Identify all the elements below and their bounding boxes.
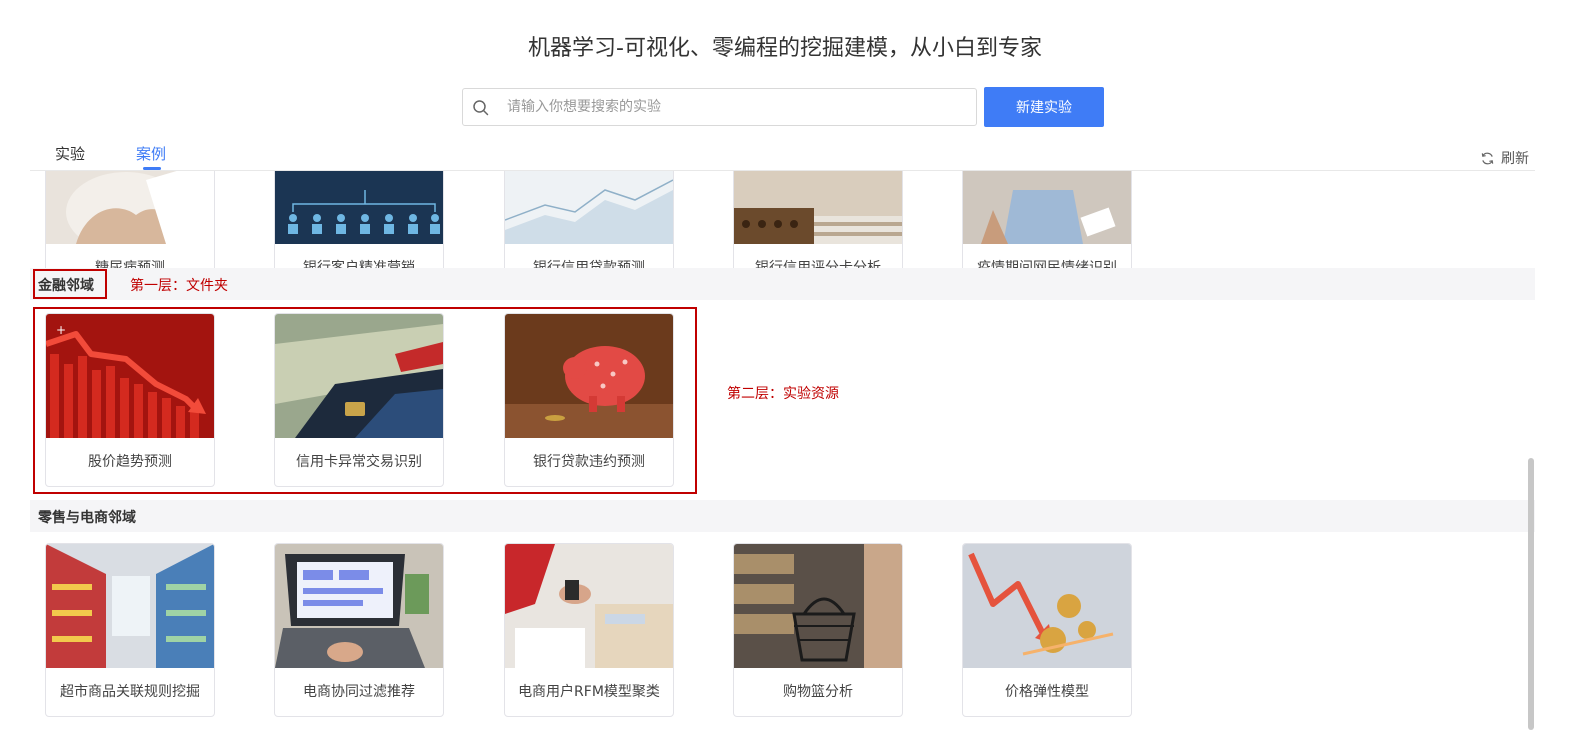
case-card[interactable]: 电商用户RFM模型聚类	[504, 543, 674, 717]
case-thumbnail	[275, 544, 443, 668]
section-title: 零售与电商邻域	[38, 510, 136, 526]
case-title: 价格弹性模型	[1005, 684, 1089, 700]
refresh-icon	[1481, 152, 1494, 164]
case-card[interactable]: 银行贷款违约预测	[504, 313, 674, 487]
case-card[interactable]: + 股价趋势预测	[45, 313, 215, 487]
refresh-button[interactable]: 刷新	[1480, 148, 1529, 168]
case-card[interactable]: 信用卡异常交易识别	[274, 313, 444, 487]
case-thumbnail	[734, 171, 902, 244]
folder-annotation-label: 第一层：文件夹	[130, 278, 228, 294]
case-card[interactable]: 超市商品关联规则挖掘	[45, 543, 215, 717]
case-thumbnail	[505, 314, 673, 438]
svg-text:+: +	[56, 323, 66, 337]
new-experiment-button[interactable]: 新建实验	[984, 87, 1104, 127]
case-thumbnail	[275, 171, 443, 244]
folder-annotation-box	[33, 269, 107, 299]
tab-cases[interactable]: 案例	[136, 143, 166, 164]
search-box[interactable]	[462, 88, 977, 126]
case-thumbnail	[275, 314, 443, 438]
case-title: 银行贷款违约预测	[533, 454, 645, 470]
case-title: 股价趋势预测	[88, 454, 172, 470]
tab-experiments[interactable]: 实验	[55, 143, 85, 164]
case-title: 电商协同过滤推荐	[303, 684, 415, 700]
case-title: 购物篮分析	[783, 684, 853, 700]
case-card[interactable]: 电商协同过滤推荐	[274, 543, 444, 717]
section-header-finance[interactable]: 金融邻域	[30, 268, 1535, 300]
case-card[interactable]: 购物篮分析	[733, 543, 903, 717]
page-title: 机器学习-可视化、零编程的挖掘建模，从小白到专家	[528, 36, 1042, 61]
case-card[interactable]: 价格弹性模型	[962, 543, 1132, 717]
case-thumbnail	[963, 544, 1131, 668]
case-thumbnail	[505, 544, 673, 668]
search-input[interactable]	[507, 90, 967, 124]
section-header-retail[interactable]: 零售与电商邻域	[30, 500, 1535, 532]
case-title: 超市商品关联规则挖掘	[60, 684, 200, 700]
case-title: 信用卡异常交易识别	[296, 454, 422, 470]
case-list[interactable]: 糖尿病预测 银行客户精准营销 银行信用贷款预测	[30, 171, 1535, 751]
case-title: 电商用户RFM模型聚类	[518, 684, 660, 700]
resource-annotation-label: 第二层：实验资源	[727, 386, 839, 402]
case-thumbnail	[46, 171, 214, 244]
case-thumbnail	[46, 544, 214, 668]
refresh-label: 刷新	[1501, 151, 1529, 167]
scrollbar-thumb[interactable]	[1528, 458, 1534, 730]
case-thumbnail	[734, 544, 902, 668]
search-icon	[473, 100, 489, 116]
case-thumbnail	[505, 171, 673, 244]
case-thumbnail	[963, 171, 1131, 244]
case-thumbnail: +	[46, 314, 214, 438]
